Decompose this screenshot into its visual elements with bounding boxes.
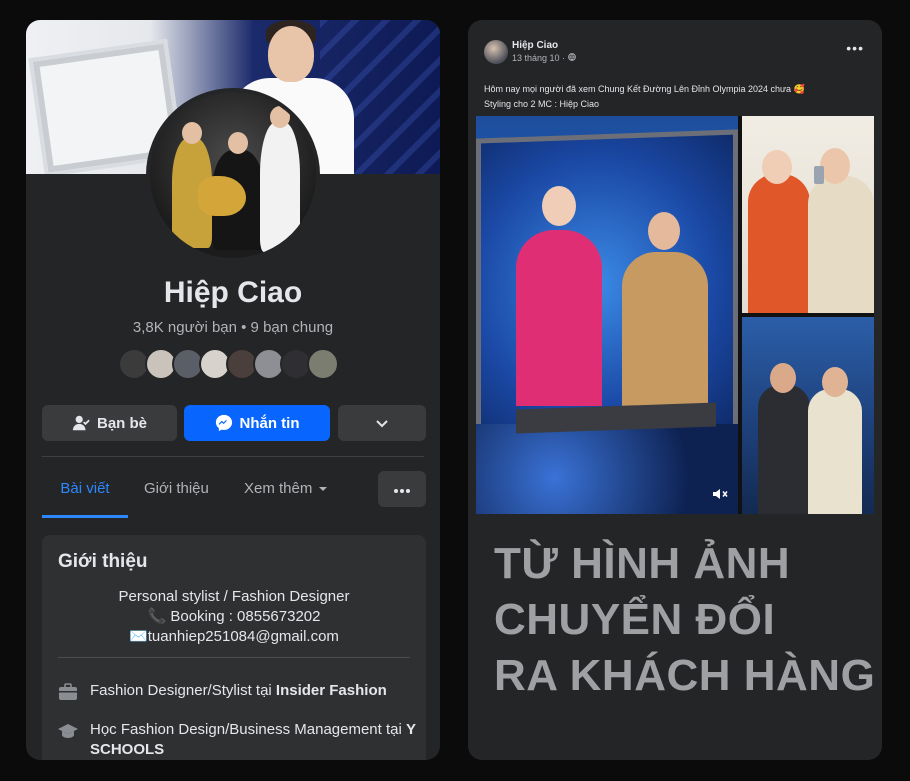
bio: Personal stylist / Fashion Designer 📞 Bo… [42, 587, 426, 647]
message-button[interactable]: Nhắn tin [184, 405, 330, 441]
more-actions-button[interactable] [338, 405, 426, 441]
post-menu-button[interactable]: ••• [846, 40, 864, 56]
globe-icon [568, 53, 576, 63]
intro-edu-prefix: Học Fashion Design/Business Management t… [90, 721, 406, 738]
divider [58, 657, 410, 658]
tab-posts[interactable]: Bài viết [42, 470, 128, 518]
intro-work-prefix: Fashion Designer/Stylist tại [90, 682, 276, 699]
user-check-icon [72, 414, 90, 432]
graduation-cap-icon [58, 721, 78, 741]
post-video[interactable] [476, 116, 738, 514]
post-panel: Hiệp Ciao 13 tháng 10 · ••• Hôm nay mọi … [468, 20, 882, 760]
post-card: Hiệp Ciao 13 tháng 10 · ••• Hôm nay mọi … [476, 32, 874, 520]
post-text-line: Styling cho 2 MC : Hiệp Ciao [484, 99, 600, 109]
post-meta: 13 tháng 10 · [512, 53, 576, 63]
post-date[interactable]: 13 tháng 10 · [512, 53, 565, 63]
profile-panel: Hiệp Ciao 3,8K người bạn • 9 bạn chung B… [26, 20, 440, 760]
headline-line: CHUYỂN ĐỔI [494, 595, 776, 644]
intro-title: Giới thiệu [58, 551, 148, 572]
chevron-down-icon [375, 416, 389, 430]
intro-education: Học Fashion Design/Business Management t… [58, 720, 418, 760]
tab-about[interactable]: Giới thiệu [144, 470, 209, 518]
headline-line: TỪ HÌNH ẢNH [494, 539, 791, 588]
avatar[interactable] [307, 348, 339, 380]
tab-more-label: Xem thêm [244, 480, 313, 497]
headline: TỪ HÌNH ẢNH CHUYỂN ĐỔI RA KHÁCH HÀNG [494, 536, 875, 704]
post-photo[interactable] [742, 116, 874, 313]
intro-work: Fashion Designer/Stylist tại Insider Fas… [58, 681, 387, 702]
post-author[interactable]: Hiệp Ciao [512, 40, 558, 51]
post-photo[interactable] [742, 317, 874, 514]
friends-button-label: Bạn bè [96, 414, 147, 432]
divider [42, 456, 424, 457]
profile-name: Hiệp Ciao [163, 276, 303, 309]
headline-line: RA KHÁCH HÀNG [494, 651, 876, 700]
friends-button[interactable]: Bạn bè [42, 405, 177, 441]
profile-avatar[interactable] [146, 88, 320, 262]
tabs-more-button[interactable] [378, 471, 426, 507]
post-media-grid [476, 116, 874, 514]
caret-down-icon [318, 470, 328, 518]
avatar[interactable] [484, 40, 508, 64]
bio-line: Personal stylist / Fashion Designer [118, 588, 350, 605]
intro-card: Giới thiệu Personal stylist / Fashion De… [42, 535, 426, 760]
mutual-friends-avatars[interactable] [118, 348, 339, 380]
mute-icon[interactable] [712, 487, 728, 506]
message-button-label: Nhắn tin [239, 414, 300, 432]
messenger-icon [215, 414, 233, 432]
intro-work-place[interactable]: Insider Fashion [276, 682, 387, 699]
bio-line: ✉️tuanhiep251084@gmail.com [129, 628, 339, 645]
post-text: Hôm nay mọi người đã xem Chung Kết Đường… [484, 82, 864, 112]
profile-stats[interactable]: 3,8K người bạn • 9 bạn chung [26, 319, 440, 336]
briefcase-icon [58, 682, 78, 702]
ellipsis-icon [394, 480, 410, 498]
bio-line: 📞 Booking : 0855673202 [147, 608, 321, 625]
tab-more[interactable]: Xem thêm [244, 470, 328, 518]
post-text-line: Hôm nay mọi người đã xem Chung Kết Đường… [484, 84, 805, 94]
